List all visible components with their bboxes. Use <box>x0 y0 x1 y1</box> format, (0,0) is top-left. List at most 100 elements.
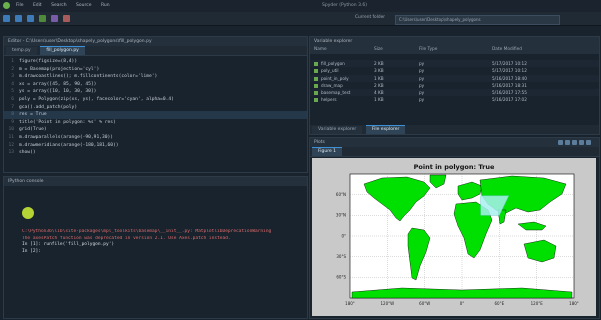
cell-text: py <box>419 90 425 96</box>
cell-text: 3 KB <box>374 68 384 74</box>
code-line[interactable]: 5 ys = array([10, 10, 30, 30]) <box>4 88 307 96</box>
code-text: m.drawparallels(arange(-90,91,30)) <box>19 134 114 140</box>
python-file-icon <box>314 91 318 96</box>
table-cell: 1 KB <box>374 75 419 82</box>
save-plot-icon[interactable] <box>572 140 577 145</box>
x-tick-180w: 180° <box>345 301 355 306</box>
y-tick-labels: 60°N 30°N 0° 30°S 60°S <box>336 192 347 280</box>
stop-icon[interactable] <box>63 15 70 22</box>
code-text: m.drawmeridians(arange(-180,181,60)) <box>19 142 119 148</box>
table-row[interactable]: helpers 1 KB py 5/16/2017 17:02 <box>310 96 599 103</box>
cell-text: 5/16/2017 17:02 <box>492 97 527 103</box>
file-list: fill_polygon 2 KB py 5/17/2017 10:12 poly_ut… <box>310 60 599 104</box>
save-icon[interactable] <box>27 15 34 22</box>
table-cell: py <box>419 82 484 89</box>
copy-plot-icon[interactable] <box>579 140 584 145</box>
editor-pane: Editor - C:\Users\user\Desktop\shapely_p… <box>3 36 308 173</box>
code-text: gca().add_patch(poly) <box>19 104 78 110</box>
cell-text: 5/16/2017 18:40 <box>492 75 527 81</box>
menu-file[interactable]: File <box>16 3 24 8</box>
table-cell: py <box>419 89 484 96</box>
col-type[interactable]: File Type <box>419 46 484 54</box>
y-tick-30s: 30°S <box>336 254 346 259</box>
tab-figure-1[interactable]: Figure 1 <box>312 147 343 156</box>
window-title: Spyder (Python 3.6) <box>322 3 367 8</box>
menu-source[interactable]: Source <box>76 3 91 8</box>
table-row[interactable]: basemap_test 4 KB py 5/16/2017 17:55 <box>310 89 599 97</box>
tab-temp[interactable]: temp.py <box>6 47 37 55</box>
debug-icon[interactable] <box>51 15 58 22</box>
col-name[interactable]: Name <box>310 46 374 54</box>
bottom-tabs: Variable explorer File explorer <box>310 125 599 134</box>
tab-variable-explorer[interactable]: Variable explorer <box>312 126 363 134</box>
table-cell: 2 KB <box>374 82 419 89</box>
menu-run[interactable]: Run <box>101 3 110 8</box>
menu-search[interactable]: Search <box>51 3 66 8</box>
code-line[interactable]: 9 title('Point in polygon: %s' % res) <box>4 119 307 127</box>
line-number: 8 <box>11 112 14 118</box>
table-cell: 5/16/2017 18:31 <box>484 82 542 89</box>
line-number: 2 <box>11 66 14 72</box>
code-line[interactable]: 1 figure(figsize=(8,4)) <box>4 58 307 66</box>
code-line[interactable]: 12 m.drawmeridians(arange(-180,181,60)) <box>4 142 307 150</box>
code-line[interactable]: 4 xs = array([45, 85, 90, 45]) <box>4 81 307 89</box>
python-file-icon <box>314 83 318 88</box>
code-text: figure(figsize=(8,4)) <box>19 59 78 64</box>
code-text: m.drawcoastlines(); m.fillcontinents(col… <box>19 74 158 80</box>
col-date[interactable]: Date Modified <box>484 46 542 54</box>
cell-text: draw_map <box>321 82 343 88</box>
plots-pane: Plots Figure 1 Point in polygon: True 60… <box>309 137 600 319</box>
cell-text: 2 KB <box>374 82 384 88</box>
code-area[interactable]: 1 figure(figsize=(8,4)) 2 m = Basemap(proje… <box>4 56 307 157</box>
table-row[interactable]: poly_util 3 KB py 5/17/2017 10:12 <box>310 67 599 74</box>
code-line[interactable]: 10 grid(True) <box>4 126 307 134</box>
table-cell: 5/16/2017 17:55 <box>484 89 542 96</box>
code-line[interactable]: 13 show() <box>4 149 307 157</box>
cell-text: py <box>419 75 425 81</box>
line-number: 1 <box>11 59 14 64</box>
line-number: 9 <box>11 119 14 125</box>
code-line[interactable]: 11 m.drawparallels(arange(-90,91,30)) <box>4 134 307 142</box>
table-cell: poly_util <box>310 67 374 74</box>
menu-bar: File Edit Search Source Run <box>16 3 118 8</box>
table-row[interactable]: draw_map 2 KB py 5/16/2017 18:31 <box>310 82 599 89</box>
table-cell: py <box>419 67 484 74</box>
table-cell: 5/17/2017 10:12 <box>484 60 542 67</box>
line-number: 12 <box>8 142 14 148</box>
y-tick-0: 0° <box>341 233 346 238</box>
python-file-icon <box>314 76 318 81</box>
new-file-icon[interactable] <box>3 15 10 22</box>
line-number: 13 <box>8 150 14 156</box>
current-folder-input[interactable]: C:\Users\user\Desktop\shapely_polygons <box>395 15 560 25</box>
table-row[interactable]: fill_polygon 2 KB py 5/17/2017 10:12 <box>310 60 599 68</box>
table-cell: draw_map <box>310 82 374 89</box>
code-text: show() <box>19 150 36 156</box>
x-tick-60w: 60°W <box>419 301 430 306</box>
y-tick-60s: 60°S <box>336 275 346 280</box>
code-line[interactable]: 6 poly = Polygon(zip(xs, ys), facecolor='… <box>4 96 307 104</box>
table-cell: 2 KB <box>374 60 419 67</box>
zoom-in-icon[interactable] <box>558 140 563 145</box>
title-bar: File Edit Search Source Run Spyder (Pyth… <box>0 0 601 12</box>
cell-text: helpers <box>321 97 337 103</box>
open-file-icon[interactable] <box>15 15 22 22</box>
code-line[interactable]: 7 gca().add_patch(poly) <box>4 104 307 112</box>
table-row[interactable]: point_in_poly 1 KB py 5/16/2017 18:40 <box>310 74 599 82</box>
line-number: 10 <box>8 127 14 133</box>
tab-file-explorer[interactable]: File explorer <box>365 125 406 134</box>
col-size[interactable]: Size <box>374 46 419 54</box>
python-file-icon <box>314 98 318 103</box>
tab-fill-polygon[interactable]: fill_polygon.py <box>40 46 85 55</box>
code-line[interactable]: 8 res = True <box>4 111 307 119</box>
map-plot: Point in polygon: True 60°N 30°N 0° 30°S… <box>336 163 579 306</box>
x-tick-180e: 180° <box>569 301 579 306</box>
close-plot-icon[interactable] <box>586 140 591 145</box>
menu-edit[interactable]: Edit <box>33 3 42 8</box>
run-icon[interactable] <box>39 15 46 22</box>
code-line[interactable]: 2 m = Basemap(projection='cyl') <box>4 66 307 74</box>
code-line[interactable]: 3 m.drawcoastlines(); m.fillcontinents(co… <box>4 73 307 81</box>
line-number: 3 <box>11 74 14 80</box>
console-logo-icon <box>22 207 34 219</box>
console-output[interactable]: C:\Python36\lib\site-packages\mpl_toolki… <box>22 229 302 255</box>
zoom-out-icon[interactable] <box>565 140 570 145</box>
